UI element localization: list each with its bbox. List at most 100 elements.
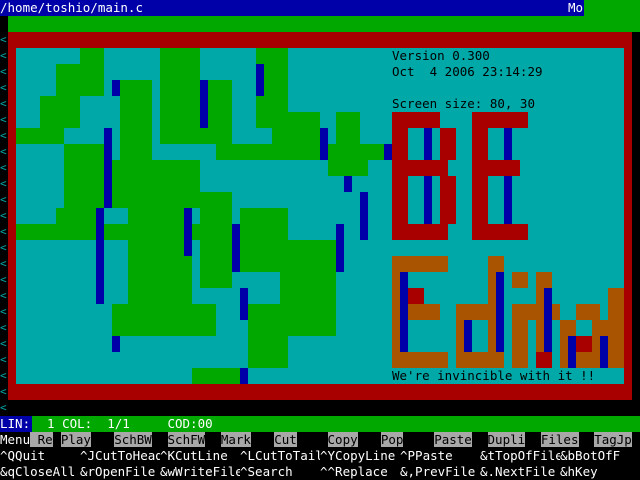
gutter-marker-icon: < (0, 321, 7, 334)
logo-block (488, 112, 528, 128)
function-key-schbw[interactable]: SchBW (106, 432, 160, 448)
function-key-schfw[interactable]: SchFW (160, 432, 213, 448)
tagline-text: We're invincible with it !! (392, 368, 596, 383)
logo-block (488, 224, 528, 240)
gutter-marker-icon: < (0, 337, 7, 350)
function-key-number (213, 432, 221, 447)
logo-block (544, 288, 552, 352)
function-key-play[interactable]: Play (53, 432, 106, 448)
ctrl-key-hint[interactable]: &qCloseAll (0, 464, 80, 480)
gutter-marker-icon: < (0, 273, 7, 286)
logo-block (464, 320, 472, 352)
ctrl-key-hint[interactable]: &wWriteFile (160, 464, 240, 480)
function-key-label: Pop (380, 432, 404, 447)
ctrl-key-hint[interactable]: ^YCopyLine (320, 448, 400, 464)
logo-block (200, 192, 232, 288)
logo-block (16, 128, 64, 144)
gutter-marker-icon: < (0, 177, 7, 190)
logo-block (160, 48, 200, 144)
ctrl-key-hint[interactable]: &.NextFile (480, 464, 560, 480)
function-key-label: Rec (30, 432, 54, 447)
logo-block (600, 336, 608, 368)
logo-block (112, 336, 120, 352)
gutter-marker-icon: < (0, 33, 7, 46)
gutter-marker-icon: < (0, 145, 7, 158)
function-key-label: Copy (327, 432, 358, 447)
ctrl-key-hint[interactable]: &,PrevFile (400, 464, 480, 480)
logo-block (320, 128, 328, 160)
function-key-number (53, 432, 61, 447)
ctrl-key-hint[interactable]: ^PPaste (400, 448, 480, 464)
function-key-cut[interactable]: Cut (266, 432, 320, 448)
logo-block (400, 272, 408, 352)
line-gutter: < < < < < < < < < < < < < < < < < < < < < < < < (0, 32, 8, 416)
logo-block (392, 112, 408, 240)
ctrl-key-hint[interactable]: ^QQuit (0, 448, 80, 464)
logo-block (424, 128, 432, 160)
mode-indicator: Mo (568, 0, 584, 16)
function-key-number (480, 432, 488, 447)
gutter-marker-icon: < (0, 65, 7, 78)
logo-block (504, 176, 512, 224)
function-key-label: TagJp (594, 432, 632, 447)
logo-block (16, 224, 64, 240)
function-key-dupli[interactable]: Dupli (480, 432, 533, 448)
gutter-marker-icon: < (0, 81, 7, 94)
ctrl-key-bar-2: &qCloseAll &rOpenFile &wWriteFile ^Search ^^… (0, 464, 640, 480)
function-key-number: Menu (0, 432, 31, 447)
ctrl-key-hint[interactable]: &rOpenFile (80, 464, 160, 480)
logo-block (232, 224, 240, 272)
logo-block (64, 144, 104, 208)
function-key-label: Mark (220, 432, 251, 447)
function-key-number (373, 432, 381, 447)
editor-cursor-line (8, 16, 640, 32)
screen-size-text: Screen size: 80, 30 (392, 96, 535, 111)
function-key-label: SchFW (167, 432, 206, 447)
logo-block (248, 304, 288, 368)
logo-block (512, 272, 528, 288)
logo-block (408, 256, 448, 272)
ctrl-key-hint[interactable]: ^LCutToTail (240, 448, 320, 464)
ctrl-key-hint[interactable]: ^Search (240, 464, 320, 480)
gutter-marker-icon: < (0, 241, 7, 254)
logo-block (184, 208, 192, 256)
ctrl-key-hint[interactable]: &hKey (560, 464, 640, 480)
logo-block (112, 304, 216, 336)
ctrl-key-hint[interactable]: ^^Replace (320, 464, 400, 480)
ctrl-key-hint[interactable]: ^KCutLine (160, 448, 240, 464)
gutter-marker-icon: < (0, 113, 7, 126)
logo-block (352, 144, 384, 160)
function-key-tagjp[interactable]: TagJp (586, 432, 640, 448)
function-key-paste[interactable]: Paste (426, 432, 480, 448)
logo-block (440, 128, 456, 160)
file-path: /home/toshio/main.c (0, 0, 143, 15)
logo-block (104, 160, 200, 208)
function-key-number (160, 432, 168, 447)
logo-block (488, 160, 520, 176)
logo-block (424, 176, 432, 224)
gutter-marker-icon: < (0, 161, 7, 174)
ctrl-key-bar-1: ^QQuit ^JCutToHead ^KCutLine ^LCutToTail ^YC… (0, 448, 640, 464)
logo-block (456, 352, 496, 368)
logo-block (472, 112, 488, 240)
logo-block (112, 80, 120, 96)
status-position: 1 COL: 1/1 COD:00 (32, 416, 213, 431)
ctrl-key-hint[interactable]: &tTopOfFile (480, 448, 560, 464)
function-key-pop[interactable]: Pop (373, 432, 426, 448)
logo-block (576, 304, 600, 320)
ctrl-key-hint[interactable]: &bBotOfF (560, 448, 640, 464)
gutter-marker-icon: < (0, 353, 7, 366)
logo-block (408, 224, 448, 240)
function-key-label: SchBW (114, 432, 152, 447)
gutter-marker-icon: < (0, 257, 7, 270)
gutter-marker-icon: < (0, 49, 7, 62)
ctrl-key-hint[interactable]: ^JCutToHead (80, 448, 160, 464)
function-key-files[interactable]: Files (533, 432, 586, 448)
gutter-marker-icon: < (0, 225, 7, 238)
logo-block (496, 272, 504, 352)
function-key-copy[interactable]: Copy (320, 432, 373, 448)
function-key-rec[interactable]: Menu Rec (0, 432, 54, 448)
function-key-bar: Menu Rec Play SchBW SchFW Mark Cut Copy … (0, 432, 640, 448)
logo-block (280, 240, 336, 336)
function-key-mark[interactable]: Mark (213, 432, 266, 448)
